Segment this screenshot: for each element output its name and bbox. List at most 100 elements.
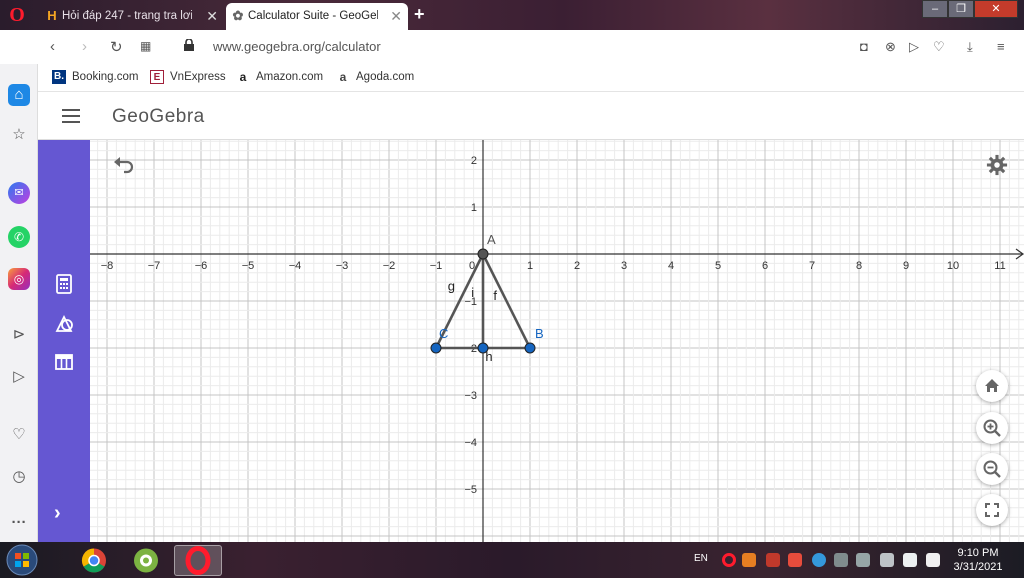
y-tick-label: −5 (464, 484, 477, 496)
star-icon[interactable]: ☆ (8, 124, 30, 146)
windows-taskbar: EN 9:10 PM 3/31/2021 (0, 542, 1024, 578)
heart-icon[interactable]: ♡ (8, 424, 30, 446)
x-tick-label: −7 (148, 260, 161, 272)
instagram-icon[interactable]: ◎ (8, 268, 30, 290)
table-icon[interactable] (52, 350, 76, 374)
easy-setup-icon[interactable]: ≡ (997, 39, 1005, 54)
y-tick-label: 2 (471, 155, 477, 167)
opera-tray-icon[interactable] (722, 553, 736, 567)
tab-geogebra[interactable]: ✿ Calculator Suite - GeoGebra ✕ (226, 3, 408, 30)
messenger-icon[interactable]: ✉ (8, 182, 30, 204)
zoom-in-icon (983, 419, 1001, 437)
bookmark-agoda[interactable]: a Agoda.com (336, 70, 415, 84)
close-icon[interactable]: ✕ (206, 3, 218, 29)
segment-label: f (493, 288, 497, 303)
forward-icon[interactable]: › (82, 38, 87, 55)
send-icon[interactable]: ▷ (909, 39, 919, 55)
tray-icon[interactable] (834, 553, 848, 567)
close-icon[interactable]: ✕ (390, 3, 402, 29)
undo-icon[interactable] (112, 156, 136, 176)
v-tray-icon[interactable] (766, 553, 780, 567)
window-close-button[interactable]: ✕ (974, 0, 1018, 18)
segment-label: i (471, 285, 474, 300)
x-tick-label: 9 (903, 260, 909, 272)
url-field[interactable]: www.geogebra.org/calculator (213, 39, 381, 54)
clock-time: 9:10 PM (957, 547, 999, 559)
taskbar-chrome[interactable] (70, 545, 118, 576)
standard-view-button[interactable] (976, 370, 1008, 402)
history-icon[interactable]: ◷ (8, 466, 30, 488)
point[interactable] (477, 342, 489, 354)
x-tick-label: −4 (289, 260, 302, 272)
browser-tab-bar: O H Hỏi đáp 247 - trang tra lơi ✕ ✿ Calc… (0, 0, 1024, 30)
x-tick-label: −5 (242, 260, 255, 272)
clock[interactable]: 9:10 PM 3/31/2021 (946, 546, 1010, 574)
opera-icon (185, 546, 211, 575)
hamburger-menu-icon[interactable] (62, 109, 80, 123)
camera-icon[interactable]: ◘ (860, 39, 868, 54)
heart-icon[interactable]: ♡ (933, 39, 945, 55)
fullscreen-button[interactable] (976, 494, 1008, 526)
flag-tray-icon[interactable] (926, 553, 940, 567)
point-label: A (487, 232, 496, 247)
point-B[interactable] (524, 342, 536, 354)
send-icon[interactable]: ▷ (8, 366, 30, 388)
graphics-view[interactable]: −8−7−6−5−4−3−2−10123456789101121−1−2−3−4… (90, 140, 1024, 542)
network-tray-icon[interactable] (812, 553, 826, 567)
zoom-out-icon (983, 460, 1001, 478)
speaker-tray-icon[interactable] (788, 553, 802, 567)
x-tick-label: −1 (430, 260, 443, 272)
maximize-button[interactable]: ❐ (948, 0, 974, 18)
block-ads-icon[interactable]: ⊗ (885, 39, 896, 55)
speed-dial-icon[interactable]: ▦ (140, 39, 151, 53)
x-tick-label: 4 (668, 260, 674, 272)
bookmark-label: Booking.com (72, 71, 139, 84)
app-tray-icon[interactable] (742, 553, 756, 567)
expand-panel-button[interactable]: › (54, 502, 61, 525)
volume-tray-icon[interactable] (903, 553, 917, 567)
point-C[interactable] (430, 342, 442, 354)
point-A[interactable] (477, 248, 489, 260)
x-tick-label: 8 (856, 260, 862, 272)
signal-tray-icon[interactable] (880, 553, 894, 567)
bookmark-label: Agoda.com (356, 71, 415, 84)
zoom-out-button[interactable] (976, 453, 1008, 485)
x-tick-label: 3 (621, 260, 627, 272)
x-tick-label: 11 (994, 260, 1005, 272)
back-icon[interactable]: ‹ (50, 38, 55, 55)
player-icon[interactable]: ⊳ (8, 324, 30, 346)
point-label: B (535, 326, 544, 341)
geogebra-tool-rail: › (38, 140, 90, 542)
x-tick-label: 1 (527, 260, 533, 272)
geometry-icon[interactable] (52, 312, 76, 336)
tab-hoidap247[interactable]: H Hỏi đáp 247 - trang tra lơi ✕ (40, 3, 224, 30)
reload-icon[interactable]: ↻ (110, 38, 123, 56)
taskbar-coccoc[interactable] (122, 545, 170, 576)
graph-canvas[interactable]: −8−7−6−5−4−3−2−10123456789101121−1−2−3−4… (90, 140, 1024, 542)
tab-title: Calculator Suite - GeoGebra (248, 10, 378, 22)
whatsapp-icon[interactable]: ✆ (8, 226, 30, 248)
x-tick-label: 7 (809, 260, 815, 272)
minimize-button[interactable]: – (922, 0, 948, 18)
settings-gear-icon[interactable] (986, 154, 1008, 176)
bookmark-vnexpress[interactable]: E VnExpress (150, 70, 226, 84)
vnexpress-icon: E (150, 70, 164, 84)
booking-icon: B. (52, 70, 66, 84)
new-tab-button[interactable]: + (414, 4, 425, 25)
zoom-in-button[interactable] (976, 412, 1008, 444)
tray-icon[interactable] (856, 553, 870, 567)
point-label: C (439, 326, 448, 341)
download-icon[interactable]: ⤓ (967, 39, 973, 55)
more-icon[interactable]: ··· (8, 512, 30, 534)
windows-start-icon[interactable] (4, 544, 40, 576)
bookmark-booking[interactable]: B. Booking.com (52, 70, 138, 84)
calculator-icon[interactable] (52, 272, 76, 296)
bookmark-label: Amazon.com (256, 71, 324, 84)
taskbar-opera[interactable] (174, 545, 222, 576)
x-tick-label: 6 (762, 260, 768, 272)
home-icon[interactable]: ⌂ (8, 84, 30, 106)
language-indicator[interactable]: EN (694, 553, 708, 564)
bookmarks-bar: B. Booking.com E VnExpress a Amazon.com a Ag… (38, 64, 1024, 92)
opera-logo-icon[interactable]: O (6, 4, 28, 26)
bookmark-amazon[interactable]: a Amazon.com (236, 70, 323, 84)
